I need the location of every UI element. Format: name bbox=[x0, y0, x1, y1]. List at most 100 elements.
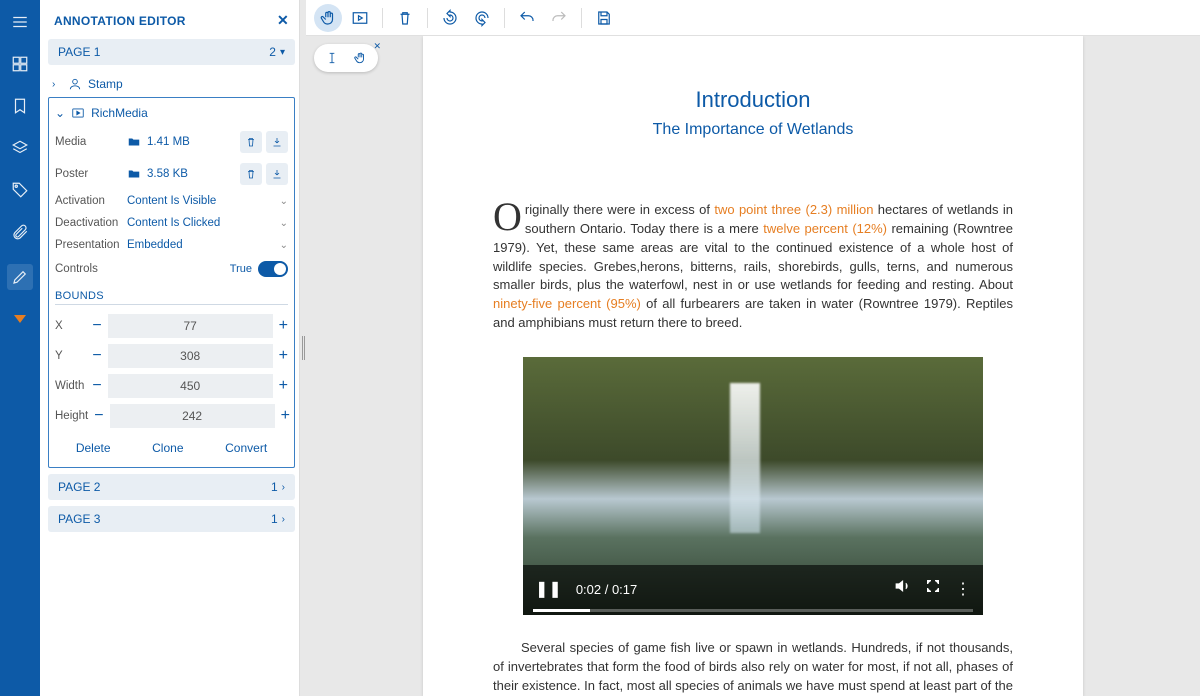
page3-header[interactable]: PAGE 3 1› bbox=[48, 506, 295, 532]
x-decrement[interactable]: − bbox=[92, 317, 101, 335]
annotation-panel: ANNOTATION EDITOR ✕ PAGE 1 2▾ › Stamp ⌄ … bbox=[40, 0, 300, 696]
controls-value: True bbox=[230, 263, 252, 275]
activation-value[interactable]: Content Is Visible bbox=[127, 195, 280, 207]
floating-tools: ✕ bbox=[314, 44, 378, 72]
deactivation-label: Deactivation bbox=[55, 217, 127, 229]
redo-button[interactable] bbox=[545, 4, 573, 32]
media-icon bbox=[71, 106, 85, 120]
document-canvas[interactable]: ✕ Introduction The Importance of Wetland… bbox=[306, 36, 1200, 696]
more-icon[interactable]: ⋮ bbox=[955, 578, 971, 601]
main-area: ✕ Introduction The Importance of Wetland… bbox=[306, 0, 1200, 696]
close-float-icon[interactable]: ✕ bbox=[373, 41, 381, 52]
folder-icon bbox=[127, 167, 141, 181]
stamp-item[interactable]: › Stamp bbox=[48, 71, 295, 97]
width-label: Width bbox=[55, 380, 86, 392]
y-label: Y bbox=[55, 350, 86, 362]
rotate-right-button[interactable] bbox=[468, 4, 496, 32]
height-increment[interactable]: + bbox=[281, 407, 290, 425]
page2-label: PAGE 2 bbox=[58, 480, 100, 494]
volume-icon[interactable] bbox=[893, 577, 911, 602]
poster-download-button[interactable] bbox=[266, 163, 288, 185]
separator bbox=[427, 8, 428, 28]
richmedia-props: ⌄ RichMedia Media 1.41 MB Poster 3.58 KB bbox=[48, 97, 295, 468]
text-cursor-icon[interactable] bbox=[322, 48, 342, 68]
width-input[interactable] bbox=[108, 374, 273, 398]
bounds-title: BOUNDS bbox=[55, 282, 288, 305]
layers-icon[interactable] bbox=[10, 138, 30, 158]
panel-title: ANNOTATION EDITOR bbox=[54, 14, 186, 28]
activation-label: Activation bbox=[55, 195, 127, 207]
height-decrement[interactable]: − bbox=[94, 407, 103, 425]
width-increment[interactable]: + bbox=[279, 377, 288, 395]
separator bbox=[382, 8, 383, 28]
media-label: Media bbox=[55, 136, 127, 148]
pause-button[interactable]: ❚❚ bbox=[535, 578, 562, 601]
rotate-left-button[interactable] bbox=[436, 4, 464, 32]
delete-button[interactable] bbox=[391, 4, 419, 32]
height-input[interactable] bbox=[110, 404, 275, 428]
close-panel-icon[interactable]: ✕ bbox=[277, 12, 289, 29]
video-controls: ❚❚ 0:02 / 0:17 ⋮ bbox=[523, 565, 983, 615]
chevron-down-icon: ⌄ bbox=[55, 106, 65, 120]
chevron-right-icon: › bbox=[282, 514, 285, 525]
delete-button[interactable]: Delete bbox=[76, 441, 111, 455]
hand-icon[interactable] bbox=[350, 48, 370, 68]
attachment-icon[interactable] bbox=[10, 222, 30, 242]
media-delete-button[interactable] bbox=[240, 131, 262, 153]
embedded-video[interactable]: ❚❚ 0:02 / 0:17 ⋮ bbox=[523, 357, 983, 615]
height-label: Height bbox=[55, 410, 88, 422]
person-icon bbox=[68, 77, 82, 91]
chevron-down-icon[interactable]: ⌄ bbox=[280, 196, 288, 207]
convert-button[interactable]: Convert bbox=[225, 441, 267, 455]
edit-icon[interactable] bbox=[7, 264, 33, 290]
x-label: X bbox=[55, 320, 86, 332]
y-decrement[interactable]: − bbox=[92, 347, 101, 365]
poster-delete-button[interactable] bbox=[240, 163, 262, 185]
chevron-down-icon[interactable]: ⌄ bbox=[280, 218, 288, 229]
grid-icon[interactable] bbox=[10, 54, 30, 74]
paragraph-2: Several species of game fish live or spa… bbox=[493, 639, 1013, 696]
doc-subtitle: The Importance of Wetlands bbox=[493, 118, 1013, 141]
left-rail bbox=[0, 0, 40, 696]
fullscreen-icon[interactable] bbox=[925, 578, 941, 601]
media-download-button[interactable] bbox=[266, 131, 288, 153]
poster-value[interactable]: 3.58 KB bbox=[127, 167, 240, 181]
page2-header[interactable]: PAGE 2 1› bbox=[48, 474, 295, 500]
separator bbox=[581, 8, 582, 28]
presentation-label: Presentation bbox=[55, 239, 127, 251]
width-decrement[interactable]: − bbox=[92, 377, 101, 395]
menu-icon[interactable] bbox=[10, 12, 30, 32]
tag-icon[interactable] bbox=[10, 180, 30, 200]
toolbar bbox=[306, 0, 1200, 36]
chevron-right-icon: › bbox=[282, 482, 285, 493]
folder-icon bbox=[127, 135, 141, 149]
y-increment[interactable]: + bbox=[279, 347, 288, 365]
media-value[interactable]: 1.41 MB bbox=[127, 135, 240, 149]
marker-icon bbox=[12, 312, 28, 330]
bookmark-icon[interactable] bbox=[10, 96, 30, 116]
presentation-value[interactable]: Embedded bbox=[127, 239, 280, 251]
clone-button[interactable]: Clone bbox=[152, 441, 183, 455]
separator bbox=[504, 8, 505, 28]
chevron-down-icon[interactable]: ⌄ bbox=[280, 240, 288, 251]
video-progress[interactable] bbox=[533, 609, 973, 612]
doc-title: Introduction bbox=[493, 84, 1013, 116]
save-button[interactable] bbox=[590, 4, 618, 32]
controls-toggle[interactable] bbox=[258, 261, 288, 277]
chevron-down-icon: ▾ bbox=[280, 47, 285, 58]
y-input[interactable] bbox=[108, 344, 273, 368]
hand-tool-button[interactable] bbox=[314, 4, 342, 32]
controls-label: Controls bbox=[55, 263, 127, 275]
media-tool-button[interactable] bbox=[346, 4, 374, 32]
richmedia-header[interactable]: ⌄ RichMedia bbox=[55, 102, 288, 126]
undo-button[interactable] bbox=[513, 4, 541, 32]
paragraph-1: Originally there were in excess of two p… bbox=[493, 201, 1013, 333]
page3-label: PAGE 3 bbox=[58, 512, 100, 526]
deactivation-value[interactable]: Content Is Clicked bbox=[127, 217, 280, 229]
x-increment[interactable]: + bbox=[279, 317, 288, 335]
document-page: Introduction The Importance of Wetlands … bbox=[423, 36, 1083, 696]
page1-header[interactable]: PAGE 1 2▾ bbox=[48, 39, 295, 65]
video-poster bbox=[730, 383, 760, 533]
x-input[interactable] bbox=[108, 314, 273, 338]
dropcap: O bbox=[493, 201, 525, 233]
